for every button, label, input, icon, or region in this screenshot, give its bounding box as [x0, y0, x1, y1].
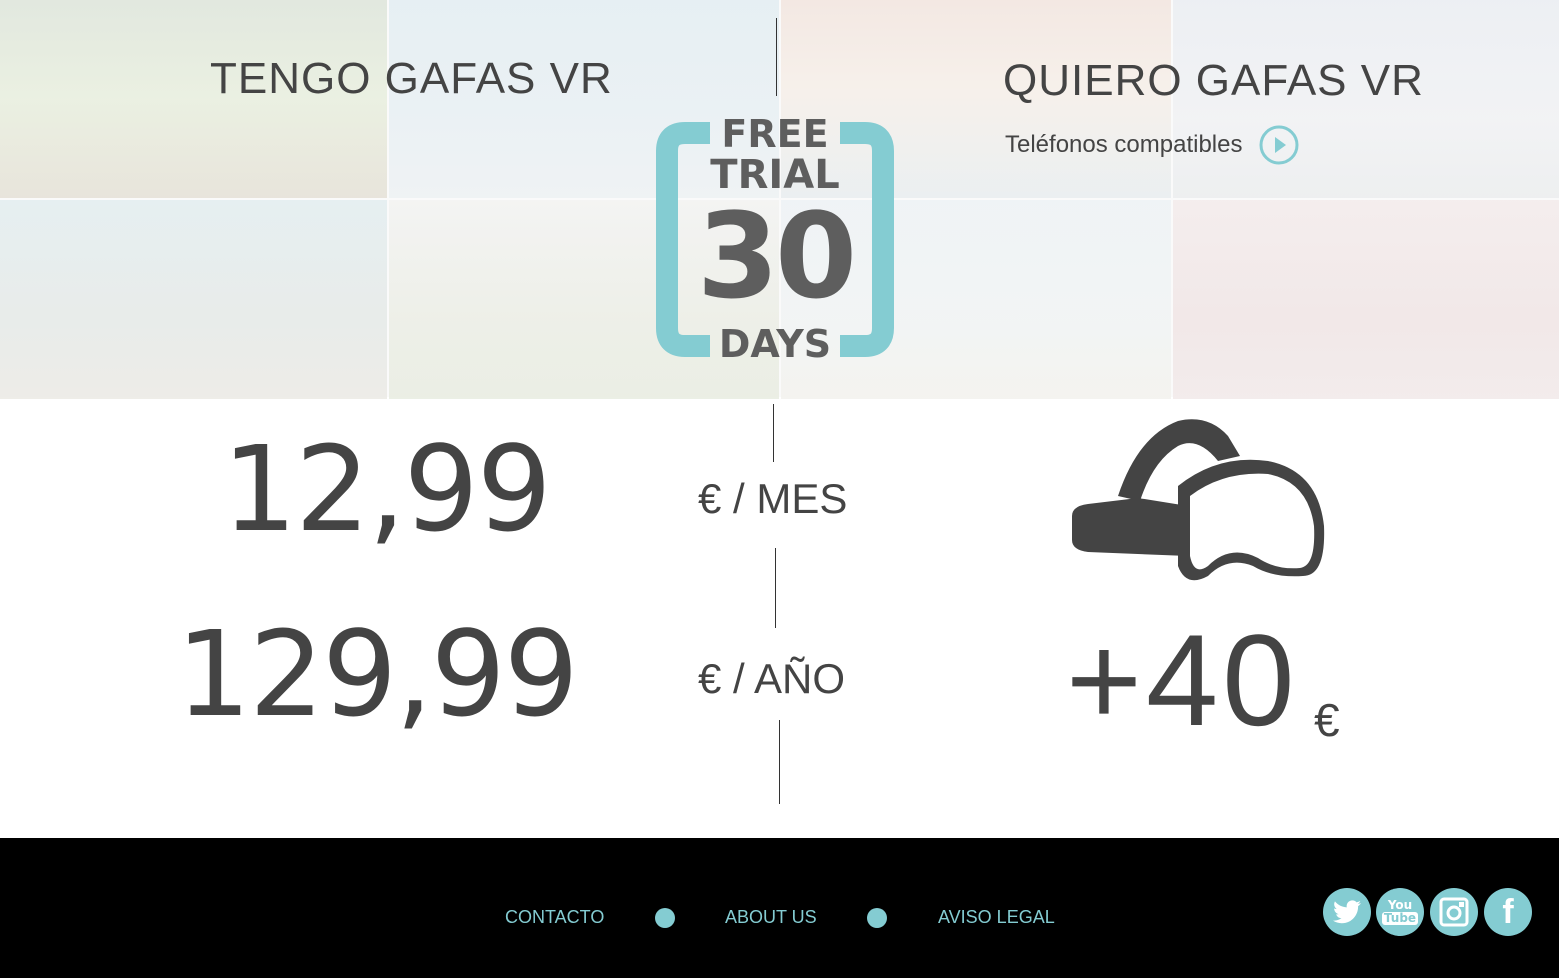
free-trial-badge: FREE TRIAL 30 DAYS: [655, 114, 895, 364]
monthly-price: 12,99: [222, 420, 552, 558]
facebook-icon[interactable]: f: [1484, 888, 1532, 936]
glasses-extra-price: +40: [1066, 607, 1299, 753]
divider: [775, 548, 776, 628]
right-title[interactable]: QUIERO GAFAS VR: [1003, 56, 1424, 106]
yearly-unit: € / AÑO: [698, 655, 846, 702]
twitter-icon[interactable]: [1323, 888, 1371, 936]
instagram-icon[interactable]: [1430, 888, 1478, 936]
glasses-currency: €: [1314, 694, 1340, 746]
footer-link-about-us[interactable]: ABOUT US: [725, 907, 817, 928]
youtube-text-tube: Tube: [1381, 911, 1419, 925]
divider: [773, 404, 774, 462]
divider: [779, 720, 780, 804]
separator-dot: [867, 908, 887, 928]
divider: [776, 18, 777, 96]
separator-dot: [655, 908, 675, 928]
badge-days-number: 30: [696, 187, 857, 325]
yearly-price: 129,99: [176, 605, 579, 743]
compatible-phones-link[interactable]: Teléfonos compatibles: [1005, 124, 1300, 166]
bg-tile: [0, 200, 387, 399]
badge-free: FREE: [721, 112, 829, 156]
youtube-icon[interactable]: You Tube: [1376, 888, 1424, 936]
vr-headset-icon: [1072, 419, 1325, 581]
play-circle-icon[interactable]: [1258, 124, 1300, 166]
compatible-phones-label: Teléfonos compatibles: [1005, 131, 1243, 158]
badge-days: DAYS: [718, 322, 832, 366]
monthly-unit: € / MES: [698, 475, 848, 522]
left-title[interactable]: TENGO GAFAS VR: [210, 54, 613, 104]
bg-tile: [1173, 200, 1559, 399]
footer-link-contacto[interactable]: CONTACTO: [505, 907, 604, 928]
footer-link-aviso-legal[interactable]: AVISO LEGAL: [938, 907, 1055, 928]
